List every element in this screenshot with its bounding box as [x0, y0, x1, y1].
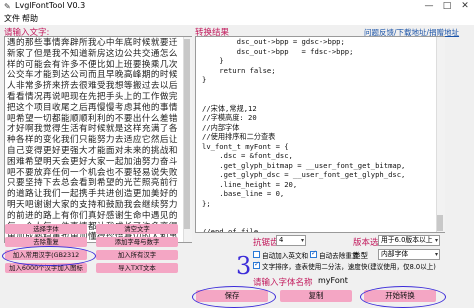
pin-icon: ✎: [4, 2, 11, 11]
chevron-down-icon: ▾: [300, 237, 304, 244]
annotation-circle-convert: [360, 286, 446, 308]
auto-add-english-checkbox[interactable]: [253, 251, 260, 258]
result-code[interactable]: dsc_out->bpp = gdsc->bpp; dsc_out->bpp =…: [196, 37, 444, 232]
result-scrollbar[interactable]: [436, 37, 445, 232]
close-icon[interactable]: ✕: [456, 0, 474, 13]
minimize-icon[interactable]: —: [420, 0, 438, 13]
aa-select[interactable]: 4 ▾: [276, 235, 306, 246]
result-scrollbar-thumb[interactable]: [437, 215, 443, 231]
auto-remove-dup-checkbox[interactable]: [310, 249, 317, 258]
input-textarea[interactable]: 遇的那些事情奔辟所我心中年底时候就要迁新家了但是我不知道新房这边公共交通怎么样的…: [4, 36, 192, 243]
auto-add-english-label: 自动加入英文和: [262, 252, 309, 260]
annotation-circle-save: [192, 286, 276, 308]
select-font-button[interactable]: 选择字体: [5, 224, 87, 234]
font-name-label: 请输入字体名称: [253, 278, 313, 288]
chevron-down-icon: ▾: [434, 251, 438, 258]
type-select[interactable]: 内部字体 ▾: [378, 249, 440, 260]
copy-button[interactable]: 复制: [280, 290, 352, 302]
menu-file[interactable]: 文件: [4, 13, 20, 25]
menu-bar: [0, 13, 474, 25]
clear-text-button[interactable]: 清空文字: [96, 224, 178, 234]
sort-binary-checkbox[interactable]: [253, 260, 260, 269]
font-name-input[interactable]: myFont: [318, 276, 348, 285]
input-scrollbar-thumb[interactable]: [184, 39, 190, 229]
add-letters-digits-button[interactable]: 添加字母与数字: [96, 237, 178, 247]
result-textarea[interactable]: dsc_out->bpp = gdsc->bpp; dsc_out->bpp =…: [195, 36, 445, 233]
chevron-down-icon: ▾: [434, 237, 438, 244]
annotation-number: 3: [236, 252, 252, 280]
maximize-icon[interactable]: □: [438, 0, 456, 13]
menu-help[interactable]: 帮助: [22, 13, 38, 25]
auto-remove-dup-label: 自动去除重复: [319, 252, 359, 260]
annotation-circle-common-chinese: [2, 246, 96, 266]
version-select[interactable]: 用于6.0版本以上 ▾: [378, 235, 440, 246]
aa-label: 抗锯齿: [253, 238, 279, 248]
input-text[interactable]: 遇的那些事情奔辟所我心中年底时候就要迁新家了但是我不知道新房这边公共交通怎么样的…: [5, 37, 191, 242]
import-txt-button[interactable]: 导入TXT文本: [96, 263, 178, 273]
add-all-chinese-button[interactable]: 加入所有汉字: [96, 250, 178, 260]
window-title: LvglFontTool V0.3: [15, 1, 86, 10]
sort-binary-label: 文字排序，查表使用二分法，速度快(建议使用，仅8.0以上): [262, 263, 436, 271]
